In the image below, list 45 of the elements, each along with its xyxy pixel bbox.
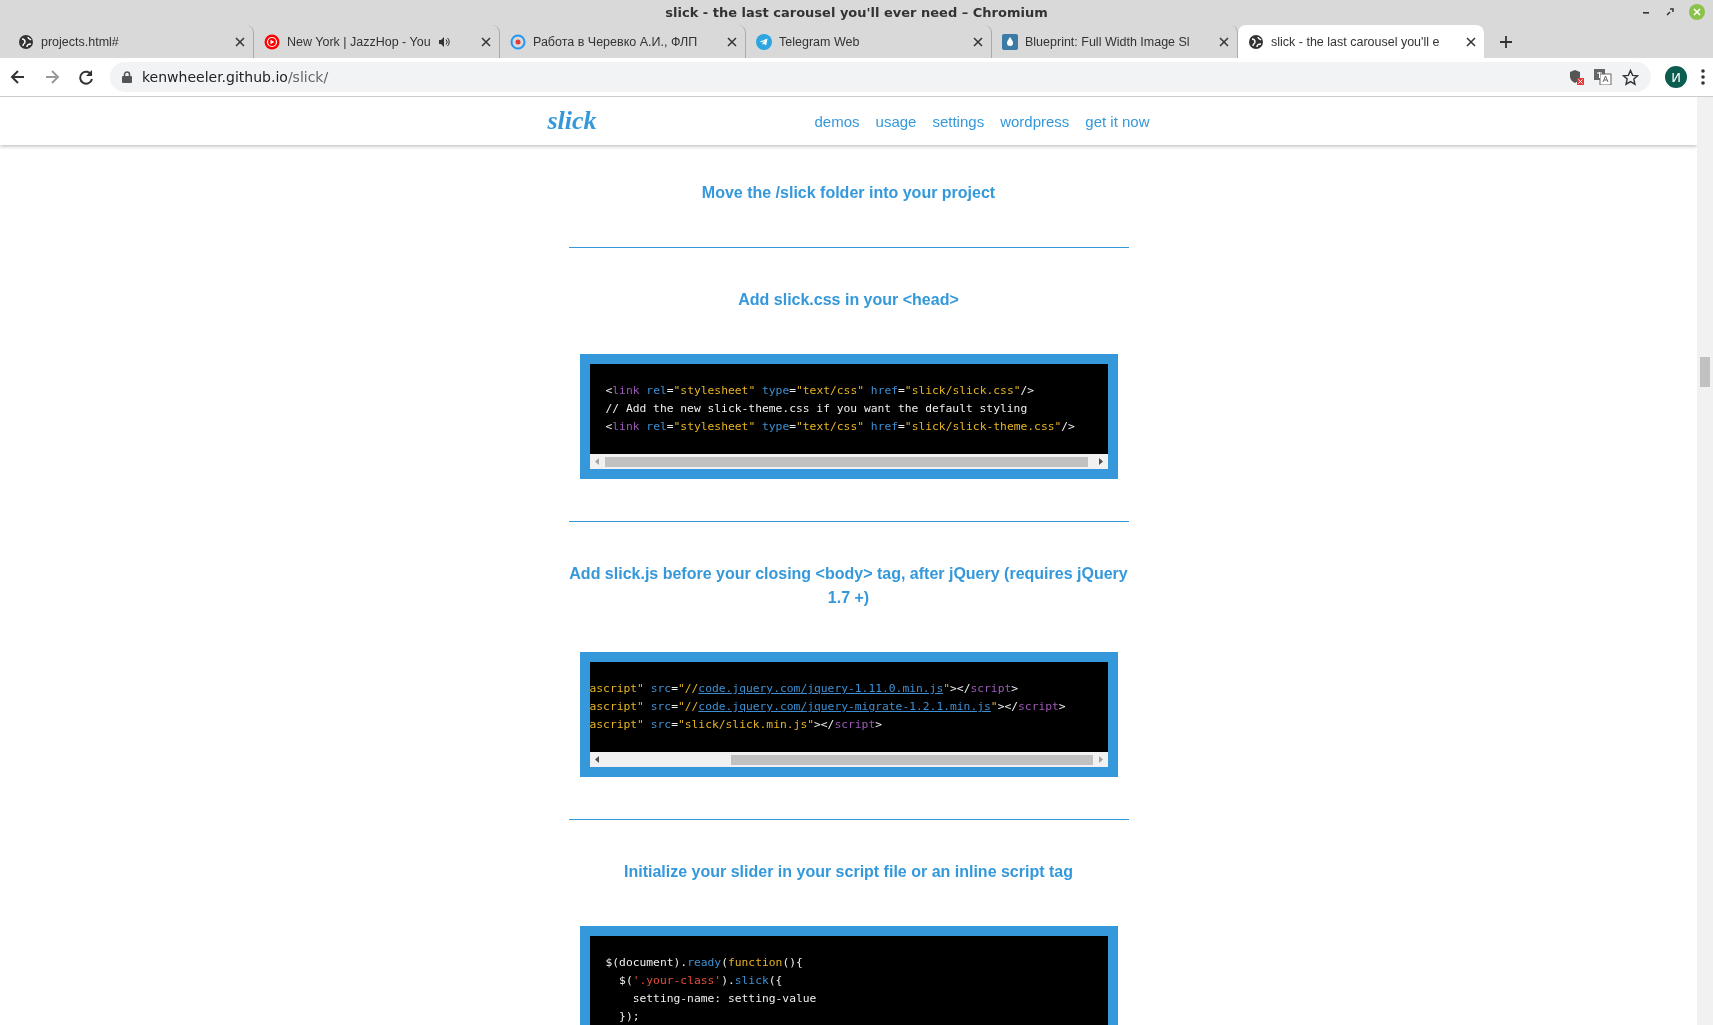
- horizontal-scrollbar[interactable]: [589, 752, 1108, 767]
- code-line: $('.your-class').slick({: [618, 973, 784, 989]
- section-heading: Initialize your slider in your script file or an inline script tag: [623, 862, 1074, 882]
- code-line: // Add the new slick-theme.css if you want the default styling: [605, 401, 1029, 417]
- scrollbar-thumb[interactable]: [1700, 357, 1710, 387]
- section-heading: Add slick.js before your closing <body> tag, after jQuery (requires jQuery 1.7 +): [568, 564, 1129, 608]
- window-title: slick - the last carousel you'll ever need – Chromium: [665, 5, 1048, 20]
- play-icon: [264, 33, 280, 50]
- close-icon[interactable]: [1219, 36, 1229, 47]
- menu-icon[interactable]: [1701, 69, 1705, 85]
- paper-plane-icon: [756, 33, 772, 50]
- drop-icon: [1002, 33, 1018, 50]
- speaker-icon[interactable]: [437, 35, 450, 48]
- url-text: kenwheeler.github.io/slick/: [142, 69, 329, 85]
- code-line: <link rel="stylesheet" type="text/css" href="slick/slick-theme.css"/>: [605, 419, 1076, 435]
- code-line: setting-name: setting-value: [631, 991, 818, 1007]
- close-icon[interactable]: [481, 36, 491, 47]
- scrollbar-thumb[interactable]: [731, 754, 1093, 765]
- close-icon[interactable]: [727, 36, 737, 47]
- profile-avatar[interactable]: И: [1665, 66, 1687, 88]
- code-line: ascript" src="//code.jquery.com/jquery-1.11.0.min.js"></script>: [589, 681, 1020, 697]
- section-heading: Add slick.css in your <head>: [737, 290, 960, 310]
- globe-icon: [1248, 33, 1264, 50]
- close-icon[interactable]: [1466, 36, 1476, 47]
- close-icon[interactable]: [973, 36, 983, 47]
- lock-icon: [122, 71, 132, 83]
- close-icon[interactable]: [235, 36, 245, 47]
- code-line: $(document).ready(function(){: [605, 955, 804, 971]
- star-icon[interactable]: [1622, 68, 1639, 86]
- vertical-scrollbar[interactable]: [1697, 97, 1713, 1025]
- code-line: ascript" src="slick/slick.min.js"></script>: [589, 717, 883, 733]
- plus-icon[interactable]: [1498, 33, 1514, 50]
- code-line: ascript" src="//code.jquery.com/jquery-migrate-1.2.1.min.js"></script>: [589, 699, 1067, 715]
- code-line: <link rel="stylesheet" type="text/css" href="slick/slick.css"/>: [605, 383, 1036, 399]
- globe-icon: [18, 33, 34, 50]
- target-icon: [510, 33, 526, 50]
- section-heading: Move the /slick folder into your project: [700, 183, 997, 203]
- restore-icon[interactable]: [1665, 7, 1675, 17]
- address-bar[interactable]: kenwheeler.github.io/slick/: [110, 62, 1651, 92]
- shield-icon[interactable]: [1568, 69, 1584, 85]
- translate-icon[interactable]: [1594, 69, 1612, 85]
- code-line: });: [618, 1009, 641, 1025]
- browser-tab[interactable]: slick - the last carousel you'll e: [1238, 25, 1484, 58]
- scrollbar-thumb[interactable]: [604, 456, 1088, 467]
- horizontal-scrollbar[interactable]: [589, 454, 1108, 469]
